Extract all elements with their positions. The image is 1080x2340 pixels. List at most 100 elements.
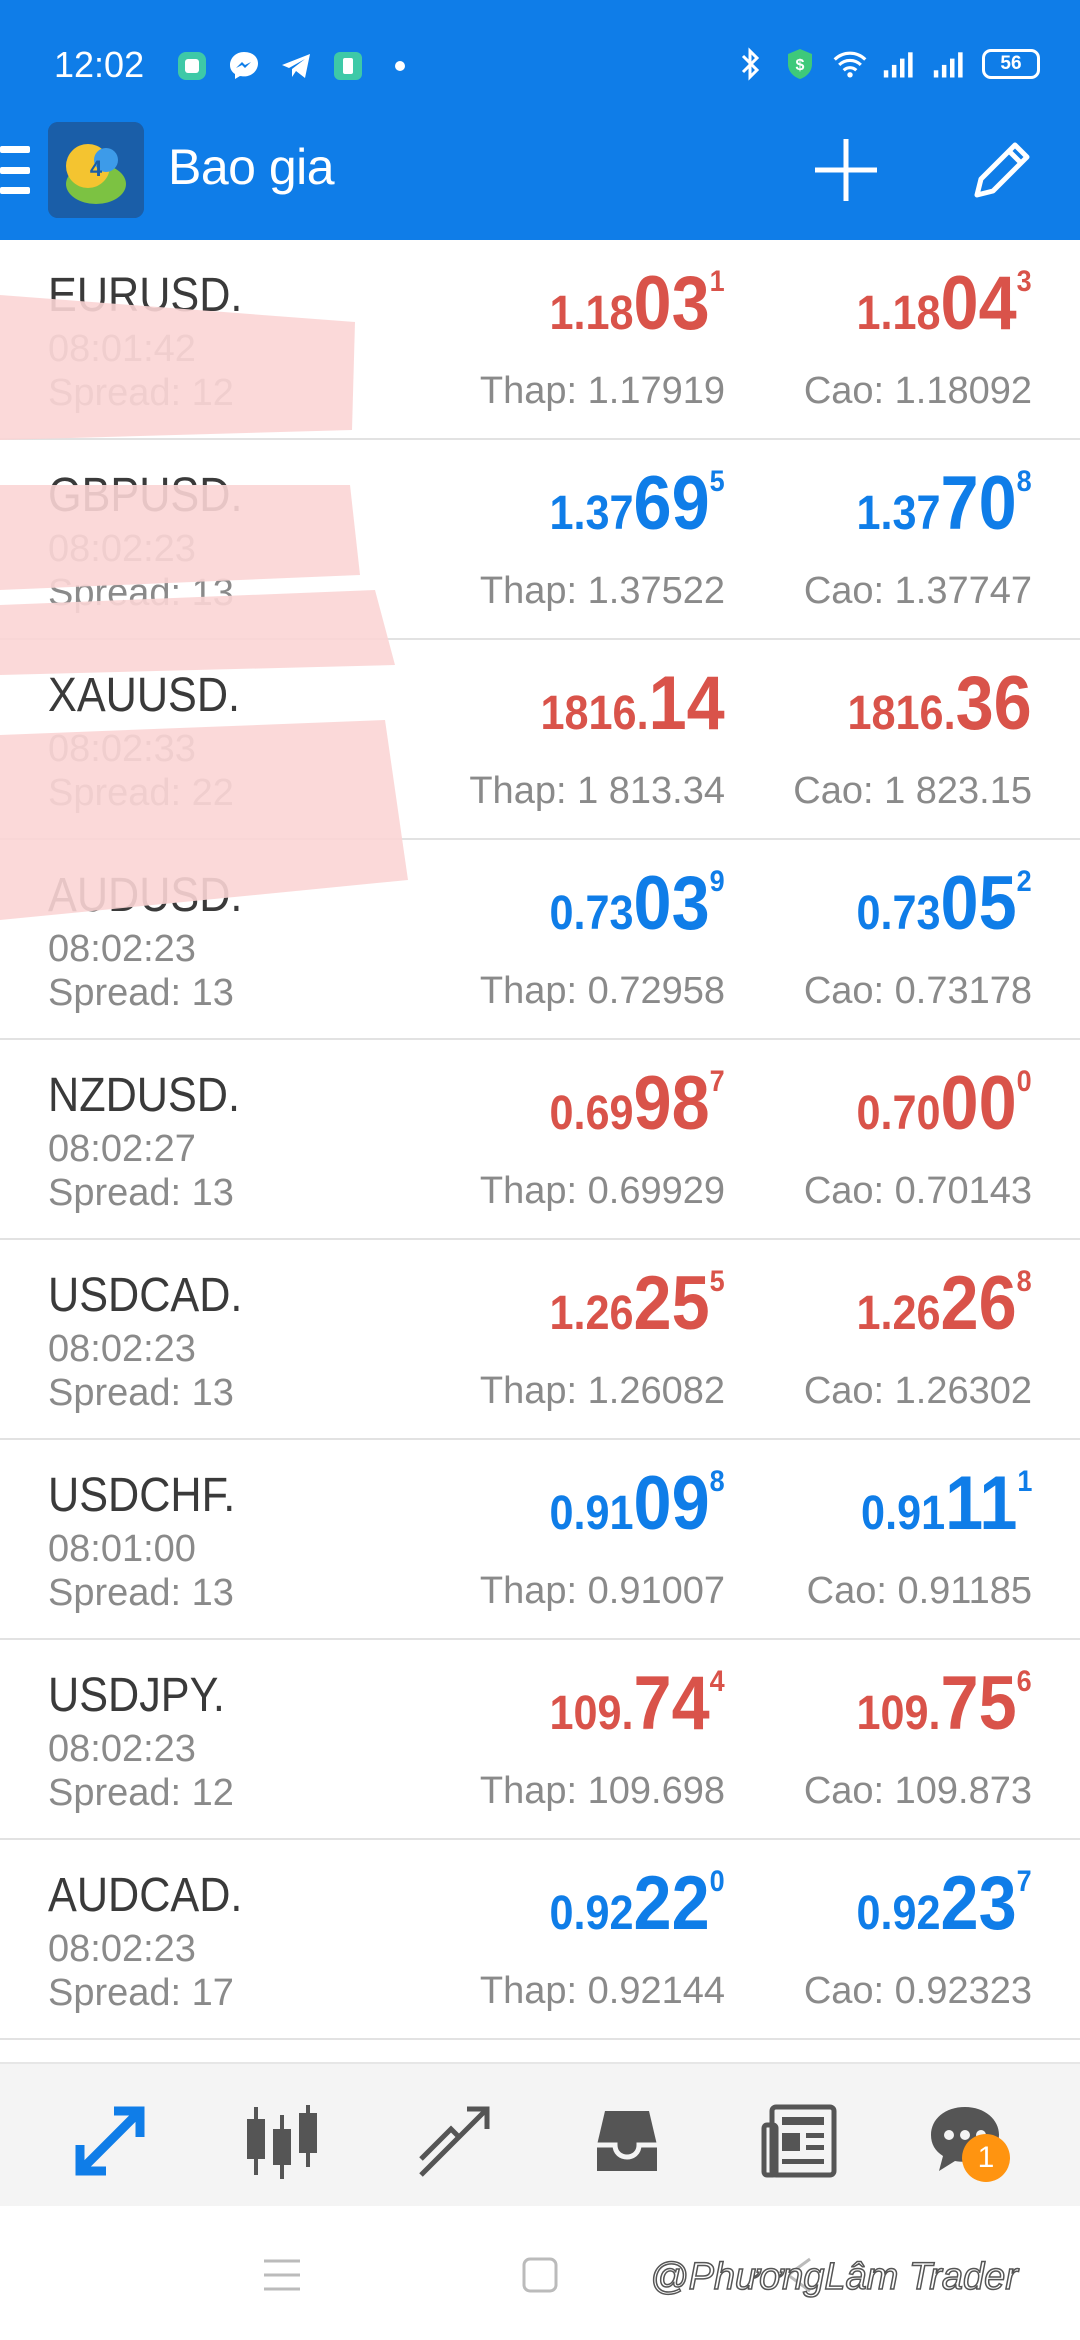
ask-price-sup: 6 <box>1016 1665 1032 1698</box>
ask-price[interactable]: 0.70000 <box>857 1060 1032 1147</box>
quote-row[interactable]: XAUUSD. 08:02:33 Spread: 22 1816.14 1816.36 T… <box>0 640 1080 840</box>
high-price: Cao: 1.18092 <box>803 370 1032 412</box>
high-price: Cao: 0.70143 <box>803 1170 1032 1212</box>
ask-price-small: 0.92 <box>856 1887 941 1940</box>
quote-row[interactable]: AUDUSD. 08:02:23 Spread: 13 0.73039 0.73052 T… <box>0 840 1080 1040</box>
ask-price-sup: 8 <box>1016 465 1032 498</box>
quote-row[interactable]: USDJPY. 08:02:23 Spread: 12 109.744 109.756 T… <box>0 1640 1080 1840</box>
bid-price-big: 69 <box>633 461 710 546</box>
symbol-name: GBPUSD. <box>48 469 243 522</box>
bid-price[interactable]: 0.73039 <box>550 860 725 947</box>
quote-row[interactable]: AUDCAD. 08:02:23 Spread: 17 0.92220 0.92237 T… <box>0 1840 1080 2040</box>
quote-time: 08:02:27 <box>48 1128 196 1170</box>
ask-price-big: 05 <box>940 861 1017 946</box>
bid-price-sup: 4 <box>709 1665 725 1698</box>
low-price: Thap: 1.37522 <box>479 570 725 612</box>
history-icon[interactable] <box>582 2096 672 2186</box>
bid-price-big: 03 <box>633 861 710 946</box>
ask-price-small: 0.70 <box>856 1087 941 1140</box>
bid-price-small: 109. <box>549 1687 634 1740</box>
ask-price[interactable]: 0.91111 <box>861 1460 1032 1547</box>
symbol-name: EURUSD. <box>48 269 243 322</box>
low-price: Thap: 0.72958 <box>479 970 725 1012</box>
spread-value: Spread: 12 <box>48 1772 234 1814</box>
quote-time: 08:02:23 <box>48 1728 196 1770</box>
bid-price-sup: 0 <box>709 1865 725 1898</box>
bid-price-small: 0.91 <box>549 1487 634 1540</box>
quote-row[interactable]: USDCHF. 08:01:00 Spread: 13 0.91098 0.91111 T… <box>0 1440 1080 1640</box>
high-price: Cao: 1.26302 <box>803 1370 1032 1412</box>
quote-time: 08:01:42 <box>48 328 196 370</box>
quotes-list: EURUSD. 08:01:42 Spread: 12 1.18031 1.18043 T… <box>0 240 1080 2040</box>
bid-price[interactable]: 1.37695 <box>550 460 725 547</box>
bid-price-big: 74 <box>633 1661 710 1746</box>
low-price: Thap: 1.17919 <box>479 370 725 412</box>
bid-price-small: 0.69 <box>549 1087 634 1140</box>
quote-time: 08:01:00 <box>48 1528 196 1570</box>
metatrader-logo: 4 <box>48 122 144 218</box>
quotes-icon[interactable] <box>65 2096 155 2186</box>
add-icon[interactable] <box>806 130 886 210</box>
ask-price[interactable]: 1816.36 <box>848 660 1032 747</box>
bid-price-big: 25 <box>633 1261 710 1346</box>
ask-price[interactable]: 1.26268 <box>857 1260 1032 1347</box>
ask-price[interactable]: 0.92237 <box>857 1860 1032 1947</box>
symbol-name: USDCHF. <box>48 1469 236 1522</box>
bid-price[interactable]: 0.91098 <box>550 1460 725 1547</box>
ask-price-small: 0.73 <box>856 887 941 940</box>
app-icon <box>174 48 210 84</box>
quote-time: 08:02:23 <box>48 1328 196 1370</box>
bid-price[interactable]: 1.26255 <box>550 1260 725 1347</box>
signal-icon <box>882 46 918 82</box>
home-icon[interactable] <box>510 2250 570 2300</box>
chat-icon[interactable]: 1 <box>920 2096 1010 2186</box>
messenger-icon <box>226 48 262 84</box>
quote-row[interactable]: EURUSD. 08:01:42 Spread: 12 1.18031 1.18043 T… <box>0 240 1080 440</box>
menu-icon[interactable] <box>0 146 30 194</box>
bid-price[interactable]: 1.18031 <box>550 260 725 347</box>
spread-value: Spread: 22 <box>48 772 234 814</box>
quote-time: 08:02:23 <box>48 1928 196 1970</box>
bid-price[interactable]: 1816.14 <box>541 660 725 747</box>
bid-price-small: 1.26 <box>549 1287 634 1340</box>
ask-price[interactable]: 1.37708 <box>857 460 1032 547</box>
ask-price[interactable]: 1.18043 <box>857 260 1032 347</box>
trade-icon[interactable] <box>410 2096 500 2186</box>
spread-value: Spread: 17 <box>48 1972 234 2014</box>
ask-price[interactable]: 0.73052 <box>857 860 1032 947</box>
sim-app-icon <box>330 48 366 84</box>
ask-price-big: 11 <box>944 1461 1017 1546</box>
bid-price-sup: 7 <box>709 1065 725 1098</box>
news-icon[interactable] <box>755 2096 845 2186</box>
ask-price-big: 36 <box>955 661 1032 746</box>
spread-value: Spread: 13 <box>48 1572 234 1614</box>
spread-value: Spread: 13 <box>48 972 234 1014</box>
bid-price[interactable]: 0.92220 <box>550 1860 725 1947</box>
bid-price[interactable]: 109.744 <box>550 1660 725 1747</box>
symbol-name: USDJPY. <box>48 1669 225 1722</box>
quote-row[interactable]: NZDUSD. 08:02:27 Spread: 13 0.69987 0.70000 T… <box>0 1040 1080 1240</box>
edit-icon[interactable] <box>962 130 1042 210</box>
ask-price-sup: 2 <box>1016 865 1032 898</box>
ask-price-big: 23 <box>940 1861 1017 1946</box>
high-price: Cao: 0.73178 <box>803 970 1032 1012</box>
status-system-icons: $ 56 <box>732 46 1040 82</box>
bid-price-big: 03 <box>633 261 710 346</box>
status-time: 12:02 <box>54 44 145 85</box>
bid-price-sup: 5 <box>709 1265 725 1298</box>
app-bar: 4 Bao gia <box>0 110 1080 240</box>
bid-price-sup: 1 <box>709 265 725 298</box>
ask-price-sup: 1 <box>1016 1465 1032 1498</box>
quote-row[interactable]: GBPUSD. 08:02:23 Spread: 13 1.37695 1.37708 T… <box>0 440 1080 640</box>
high-price: Cao: 109.873 <box>803 1770 1032 1812</box>
chart-icon[interactable] <box>237 2096 327 2186</box>
dot-icon <box>382 48 418 84</box>
bid-price[interactable]: 0.69987 <box>550 1060 725 1147</box>
ask-price-big: 00 <box>940 1061 1017 1146</box>
ask-price[interactable]: 109.756 <box>857 1660 1032 1747</box>
symbol-name: XAUUSD. <box>48 669 241 722</box>
quote-row[interactable]: USDCAD. 08:02:23 Spread: 13 1.26255 1.26268 T… <box>0 1240 1080 1440</box>
wifi-icon <box>832 46 868 82</box>
bid-price-sup: 5 <box>709 465 725 498</box>
recent-apps-icon[interactable] <box>252 2250 312 2300</box>
